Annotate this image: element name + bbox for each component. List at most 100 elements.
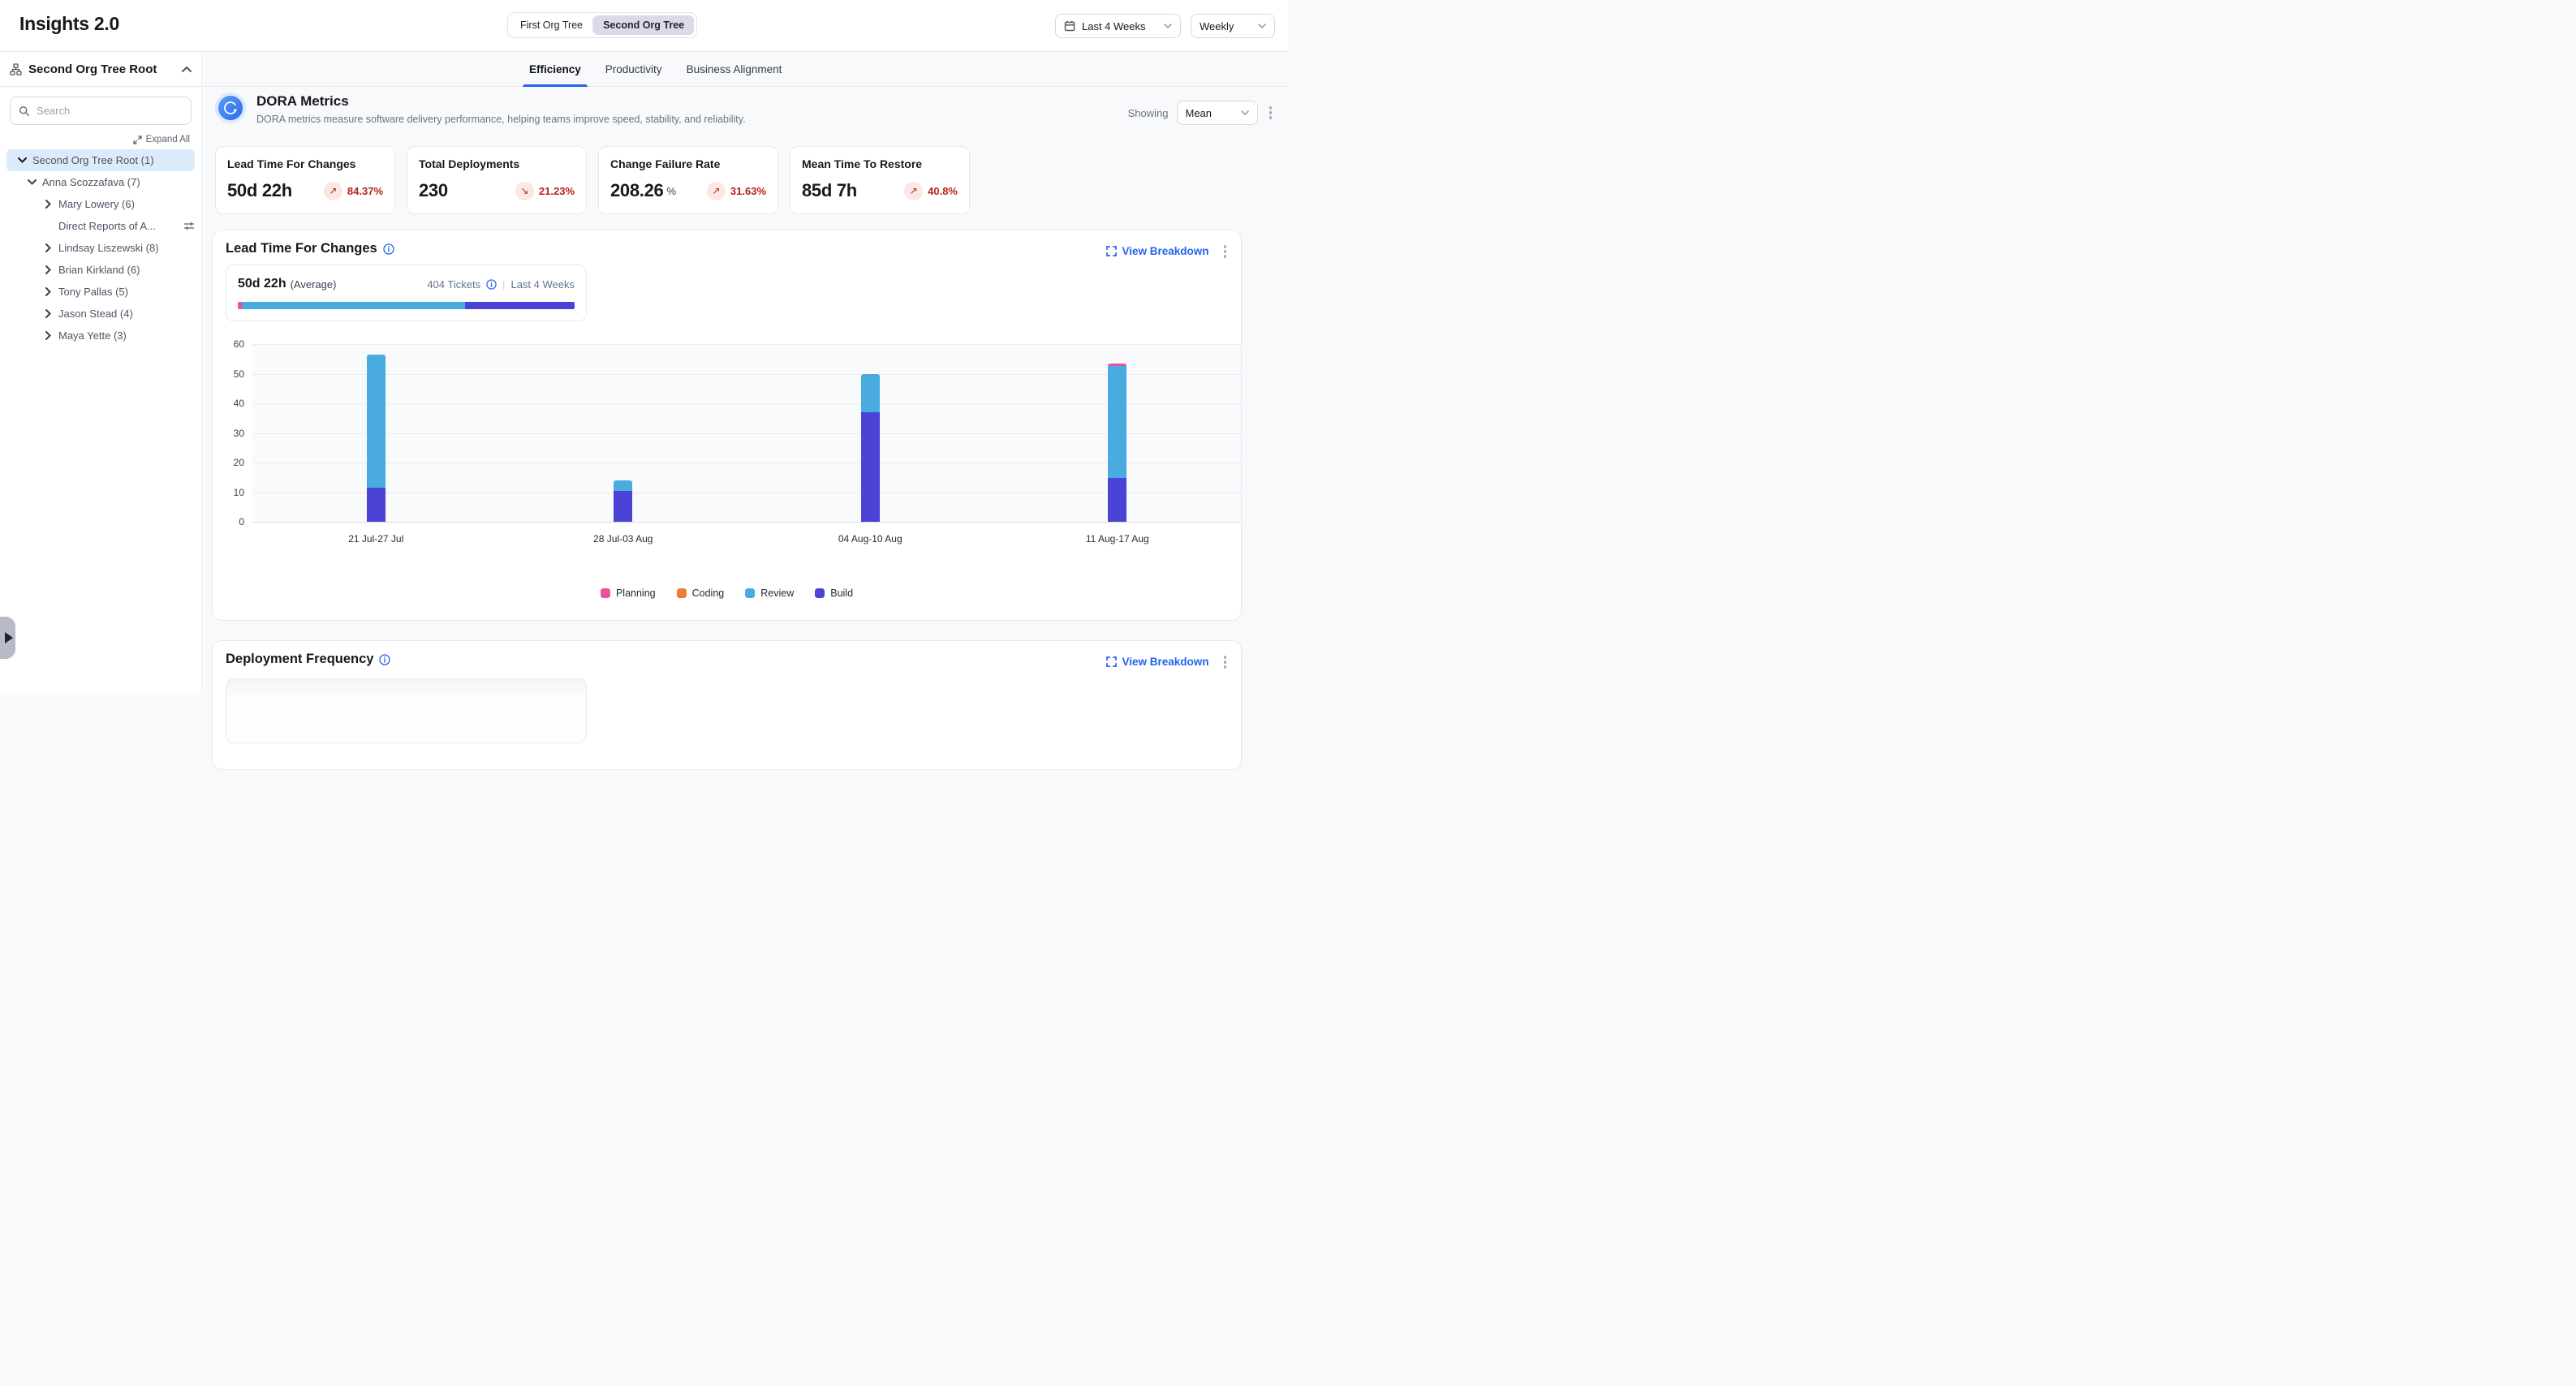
chevron-down-icon [16,157,28,163]
info-icon[interactable] [486,279,497,290]
search-icon [19,105,30,117]
phase-segment-build [465,302,575,309]
phase-distribution-bar [238,302,575,309]
stacked-bar [861,374,880,522]
lead-time-section: Lead Time For Changes View Breakdown 50d… [212,230,1242,621]
expand-all-button[interactable]: Expand All [0,135,190,144]
org-tree-toggle: First Org Tree Second Org Tree [507,12,697,38]
tree-item[interactable]: Lindsay Liszewski (8) [0,237,201,259]
section-title: Deployment Frequency [226,652,373,667]
legend-swatch [815,588,825,598]
tree-item[interactable]: Anna Scozzafava (7) [0,171,201,193]
y-axis-tick-label: 60 [234,338,244,350]
section-title: Lead Time For Changes [226,241,377,256]
granularity-select[interactable]: Weekly [1191,14,1275,38]
chevron-right-icon [42,309,54,318]
phase-segment-review [242,302,465,309]
sidebar-collapse-handle[interactable] [0,617,15,659]
view-breakdown-button[interactable]: View Breakdown [1106,245,1208,257]
gridline [252,403,1241,404]
tree-item-direct-reports[interactable]: Direct Reports of A... [0,215,201,237]
summary-period: Last 4 Weeks [510,278,575,291]
top-bar: Insights 2.0 First Org Tree Second Org T… [0,0,1288,52]
search-input[interactable] [37,105,174,117]
chevron-down-icon [1258,24,1266,28]
legend-item-review[interactable]: Review [745,588,794,599]
y-axis-tick-label: 0 [239,516,244,527]
gridline [252,433,1241,434]
chevron-right-icon [42,287,54,296]
showing-label: Showing [1128,107,1169,119]
metric-card-lead-time: Lead Time For Changes 50d 22h ↗ 84.37% [215,146,395,214]
bar-segment-build [614,491,632,522]
trend-badge: ↗ 31.63% [707,182,766,200]
tickets-count: 404 Tickets [427,278,480,291]
x-axis-label: 28 Jul-03 Aug [566,533,680,544]
granularity-value: Weekly [1200,20,1234,32]
info-icon[interactable] [383,243,394,255]
showing-select[interactable]: Mean [1177,101,1258,125]
view-breakdown-button[interactable]: View Breakdown [1106,656,1208,668]
tree-item[interactable]: Jason Stead (4) [0,303,201,325]
chevron-up-icon[interactable] [182,67,192,72]
tree-item[interactable]: Mary Lowery (6) [0,193,201,215]
bar-segment-review [614,480,632,490]
expand-corners-icon [1106,246,1117,256]
tree-item[interactable]: Maya Yette (3) [0,325,201,346]
org-tree-icon [10,63,22,75]
toggle-first-org-tree[interactable]: First Org Tree [510,15,592,35]
more-menu-icon[interactable] [1266,103,1276,123]
metric-card-change-failure-rate: Change Failure Rate 208.26 % ↗ 31.63% [598,146,778,214]
org-tree-sidebar: Second Org Tree Root Expand All Second O… [0,52,202,693]
expand-all-label: Expand All [146,135,190,144]
triangle-right-icon [5,632,13,644]
calendar-icon [1064,20,1075,32]
more-menu-icon[interactable] [1221,652,1230,672]
legend-swatch [677,588,687,598]
tab-business-alignment[interactable]: Business Alignment [685,52,784,87]
deployment-frequency-section: Deployment Frequency View Breakdown [212,640,1242,770]
tab-productivity[interactable]: Productivity [604,52,664,87]
org-tree: Second Org Tree Root (1) Anna Scozzafava… [0,149,201,346]
lead-time-summary-card: 50d 22h (Average) 404 Tickets | Last 4 W… [226,265,587,321]
dora-subtitle: DORA metrics measure software delivery p… [256,114,746,125]
chart-plot: 010203040506021 Jul-27 Jul28 Jul-03 Aug0… [252,344,1241,522]
trend-up-icon: ↗ [324,182,342,200]
legend-item-planning[interactable]: Planning [601,588,656,599]
y-axis-tick-label: 30 [234,428,244,439]
toggle-second-org-tree[interactable]: Second Org Tree [593,15,694,35]
sidebar-header[interactable]: Second Org Tree Root [0,52,201,87]
tree-item-root[interactable]: Second Org Tree Root (1) [6,149,195,171]
x-axis-label: 21 Jul-27 Jul [319,533,433,544]
stacked-bar [614,480,632,522]
more-menu-icon[interactable] [1221,242,1230,261]
info-icon[interactable] [379,654,390,665]
trend-badge: ↗ 84.37% [324,182,383,200]
chevron-right-icon [42,265,54,274]
dora-title: DORA Metrics [256,93,746,110]
tree-item[interactable]: Brian Kirkland (6) [0,259,201,281]
x-axis-label: 11 Aug-17 Aug [1061,533,1174,544]
dora-cycle-icon [215,93,246,123]
date-range-select[interactable]: Last 4 Weeks [1055,14,1181,38]
app-title: Insights 2.0 [19,13,119,35]
trend-up-icon: ↗ [904,182,923,200]
main-content: Efficiency Productivity Business Alignme… [202,52,1288,693]
expand-diagonal-icon [133,136,142,144]
stacked-bar [367,355,386,522]
chevron-down-icon [26,179,37,185]
legend-swatch [745,588,755,598]
y-axis-tick-label: 20 [234,457,244,468]
bar-segment-build [1108,478,1126,522]
legend-item-coding[interactable]: Coding [677,588,725,599]
legend-swatch [601,588,610,598]
tree-item[interactable]: Tony Pallas (5) [0,281,201,303]
tab-efficiency[interactable]: Efficiency [528,52,583,87]
legend-item-build[interactable]: Build [815,588,853,599]
gridline [252,344,1241,345]
x-axis-label: 04 Aug-10 Aug [813,533,927,544]
trend-badge: ↗ 40.8% [904,182,958,200]
filter-sliders-icon[interactable] [183,221,195,231]
bar-segment-build [861,412,880,522]
chevron-right-icon [42,200,54,209]
